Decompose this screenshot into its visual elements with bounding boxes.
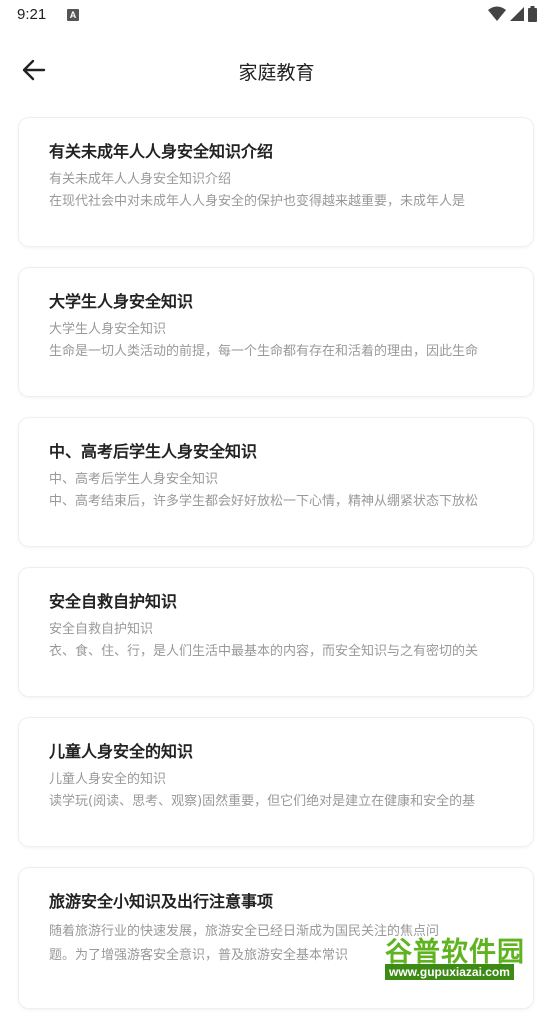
battery-icon [528,6,537,22]
article-desc: 在现代社会中对未成年人人身安全的保护也变得越来越重要，未成年人是 [49,194,466,209]
article-title: 有关未成年人人身安全知识介绍 [49,142,274,161]
status-icons [488,6,537,22]
a-icon: A [67,9,79,21]
article-card[interactable]: 儿童人身安全的知识 儿童人身安全的知识 读学玩(阅读、思考、观察)固然重要，但它… [19,718,533,846]
article-list: 有关未成年人人身安全知识介绍 有关未成年人人身安全知识介绍 在现代社会中对未成年… [19,118,533,1030]
article-subtitle: 中、高考后学生人身安全知识 [49,472,219,487]
article-subtitle: 有关未成年人人身安全知识介绍 [49,172,232,187]
signal-icon [510,7,524,21]
article-subtitle: 大学生人身安全知识 [49,322,167,337]
article-title: 旅游安全小知识及出行注意事项 [49,892,274,911]
article-card[interactable]: 大学生人身安全知识 大学生人身安全知识 生命是一切人类活动的前提，每一个生命都有… [19,268,533,396]
article-title: 中、高考后学生人身安全知识 [49,442,258,461]
article-desc: 中、高考结束后，许多学生都会好好放松一下心情，精神从绷紧状态下放松 [49,494,479,509]
article-title: 安全自救自护知识 [49,592,178,611]
app-bar: 家庭教育 [0,40,553,100]
article-title: 大学生人身安全知识 [49,292,194,311]
article-subtitle: 安全自救自护知识 [49,622,154,637]
article-card[interactable]: 中、高考后学生人身安全知识 中、高考后学生人身安全知识 中、高考结束后，许多学生… [19,418,533,546]
status-bar: 9:21 A [0,0,553,30]
article-desc: 生命是一切人类活动的前提，每一个生命都有存在和活着的理由，因此生命 [49,344,479,359]
watermark: 谷普软件园 www.gupuxiazai.com [385,930,549,980]
article-subtitle: 儿童人身安全的知识 [49,772,167,787]
wifi-icon [488,6,506,21]
article-card[interactable]: 安全自救自护知识 安全自救自护知识 衣、食、住、行，是人们生活中最基本的内容，而… [19,568,533,696]
watermark-url: www.gupuxiazai.com [385,964,514,980]
article-title: 儿童人身安全的知识 [49,742,194,761]
article-desc: 衣、食、住、行，是人们生活中最基本的内容，而安全知识与之有密切的关 [49,644,479,659]
article-desc: 读学玩(阅读、思考、观察)固然重要，但它们绝对是建立在健康和安全的基 [49,794,476,809]
page-title: 家庭教育 [238,62,315,84]
status-time: 9:21 [17,6,47,23]
article-card[interactable]: 有关未成年人人身安全知识介绍 有关未成年人人身安全知识介绍 在现代社会中对未成年… [19,118,533,246]
